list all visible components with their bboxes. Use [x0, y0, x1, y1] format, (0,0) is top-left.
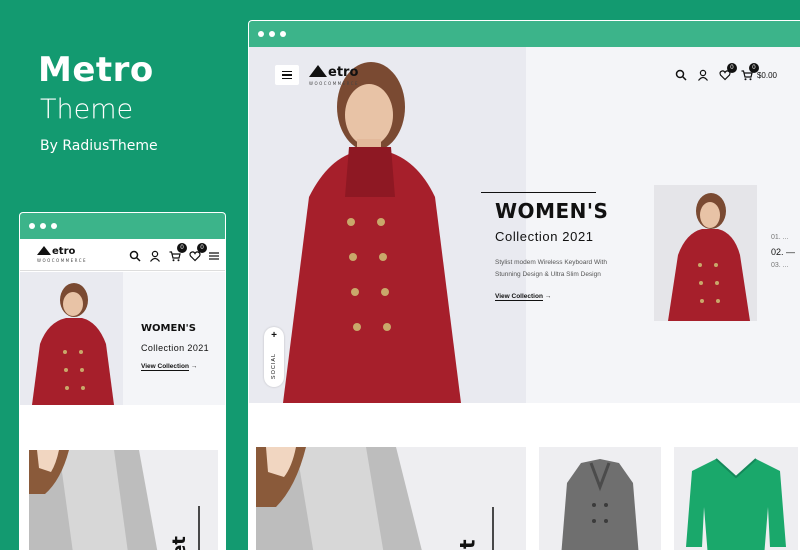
pager-item-2[interactable]: 02. —	[771, 245, 795, 259]
arrow-right-icon: →	[190, 363, 198, 370]
mobile-header: etro WOOCOMMERCE 0 0	[20, 239, 225, 271]
arrow-right-icon: →	[544, 293, 552, 300]
browser-bar	[249, 21, 800, 47]
mobile-header-actions: 0 0	[129, 243, 219, 262]
product-card-green-sweater[interactable]	[674, 447, 798, 550]
social-label: SOCIAL	[271, 352, 277, 380]
view-collection-link[interactable]: View Collection →	[495, 293, 552, 301]
model-red-coat-image	[20, 272, 123, 405]
green-sweater-image	[686, 458, 786, 550]
logo-mark-icon	[309, 65, 327, 77]
slide-pager: 01. ... 02. — 03. ...	[771, 231, 795, 273]
wishlist-count-badge: 0	[197, 243, 207, 253]
site-logo[interactable]: etro WOOCOMMERCE	[37, 246, 87, 263]
promo-banner-text: et	[168, 536, 190, 550]
wishlist-count-badge: 0	[726, 63, 737, 73]
cart-count-badge: 0	[748, 63, 759, 73]
cart-icon[interactable]: 0	[169, 243, 187, 262]
wishlist-heart-icon[interactable]: 0	[719, 63, 737, 81]
promo-subtitle: Theme	[40, 94, 134, 125]
search-icon[interactable]	[675, 69, 687, 81]
pager-item-3[interactable]: 03. ...	[771, 259, 795, 273]
user-icon[interactable]	[697, 69, 709, 81]
site-header: etro WOOCOMMERCE 0 0 $0.00	[249, 47, 800, 107]
search-icon[interactable]	[129, 249, 141, 262]
user-icon[interactable]	[149, 249, 161, 262]
cart-count-badge: 0	[177, 243, 187, 253]
promo-banner-cardigan[interactable]: et	[256, 447, 526, 550]
header-actions: 0 0 $0.00	[675, 63, 777, 81]
promo-banner-cardigan[interactable]: et	[29, 450, 218, 550]
cart-total: $0.00	[756, 70, 777, 80]
pager-item-1[interactable]: 01. ...	[771, 231, 795, 245]
slide-thumbnail[interactable]	[654, 185, 757, 321]
hero-divider	[481, 192, 596, 193]
wool-coat-image	[561, 459, 639, 550]
mobile-hero: WOMEN'S Collection 2021 View Collection …	[20, 272, 225, 405]
social-toggle[interactable]: + SOCIAL	[264, 327, 284, 387]
product-card-wool-coat[interactable]	[539, 447, 661, 550]
plus-icon: +	[271, 330, 277, 341]
browser-bar	[20, 213, 225, 239]
logo-mark-icon	[37, 246, 51, 255]
view-collection-link[interactable]: View Collection →	[141, 363, 198, 371]
promo-banner-text: et	[456, 539, 480, 550]
hero-subtitle: Collection 2021	[141, 343, 210, 353]
wishlist-heart-icon[interactable]: 0	[189, 243, 207, 262]
menu-icon[interactable]	[209, 249, 219, 261]
hero-description: Stylist modem Wireless Keyboard With Stu…	[495, 259, 607, 278]
promo-title: Metro	[38, 50, 154, 90]
hero-title: WOMEN'S	[141, 323, 196, 334]
hero-title: WOMEN'S	[495, 199, 609, 223]
promo-byline: By RadiusTheme	[40, 138, 158, 154]
cart-icon[interactable]: 0	[741, 63, 759, 81]
menu-icon[interactable]	[275, 65, 299, 85]
desktop-preview: etro WOOCOMMERCE 0 0 $0.00 WOMEN'S Colle…	[248, 20, 800, 550]
mobile-preview: etro WOOCOMMERCE 0 0 WOMEN'S Collection …	[19, 212, 226, 550]
site-logo[interactable]: etro WOOCOMMERCE	[309, 65, 359, 86]
hero-subtitle: Collection 2021	[495, 229, 594, 244]
